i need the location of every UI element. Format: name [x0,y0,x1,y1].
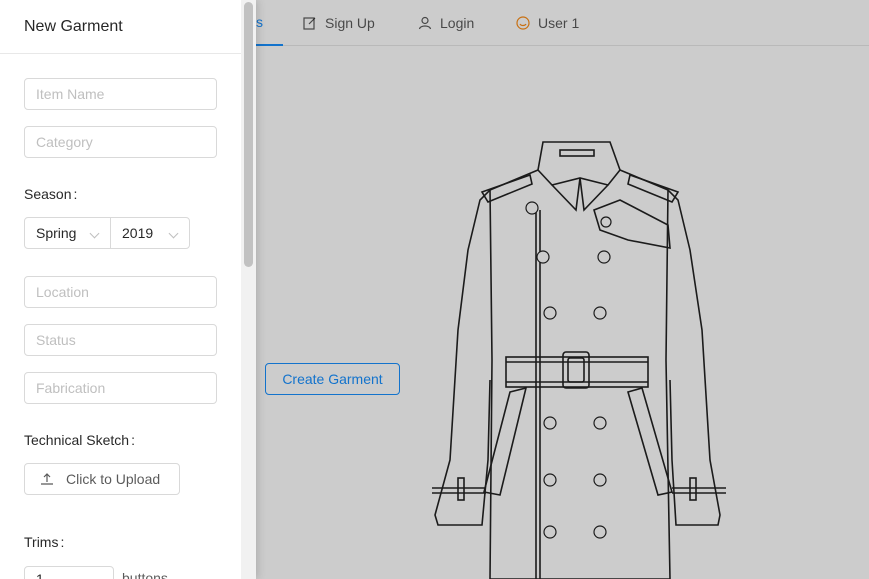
location-input[interactable] [24,276,217,308]
fabrication-input[interactable] [24,372,217,404]
new-garment-drawer: New Garment Season: Spring 2019 Technica… [0,0,256,579]
season-value: Spring [36,225,77,241]
trims-suffix: buttons [122,570,168,579]
upload-icon [41,473,53,485]
year-value: 2019 [122,225,154,241]
upload-button[interactable]: Click to Upload [24,463,180,495]
chevron-down-icon [89,228,100,239]
drawer-header: New Garment [0,0,241,54]
upload-label: Click to Upload [66,471,161,487]
year-select[interactable]: 2019 [110,217,190,249]
status-input[interactable] [24,324,217,356]
technical-sketch-label: Technical Sketch: [24,432,135,448]
trims-label: Trims: [24,534,65,550]
chevron-down-icon [168,228,179,239]
item-name-input[interactable] [24,78,217,110]
season-label: Season: [24,186,78,202]
category-input[interactable] [24,126,217,158]
trims-quantity-input[interactable]: 1 [24,566,114,579]
season-select[interactable]: Spring [24,217,111,249]
drawer-scrollbar-thumb[interactable] [244,2,253,267]
drawer-title: New Garment [24,18,123,35]
